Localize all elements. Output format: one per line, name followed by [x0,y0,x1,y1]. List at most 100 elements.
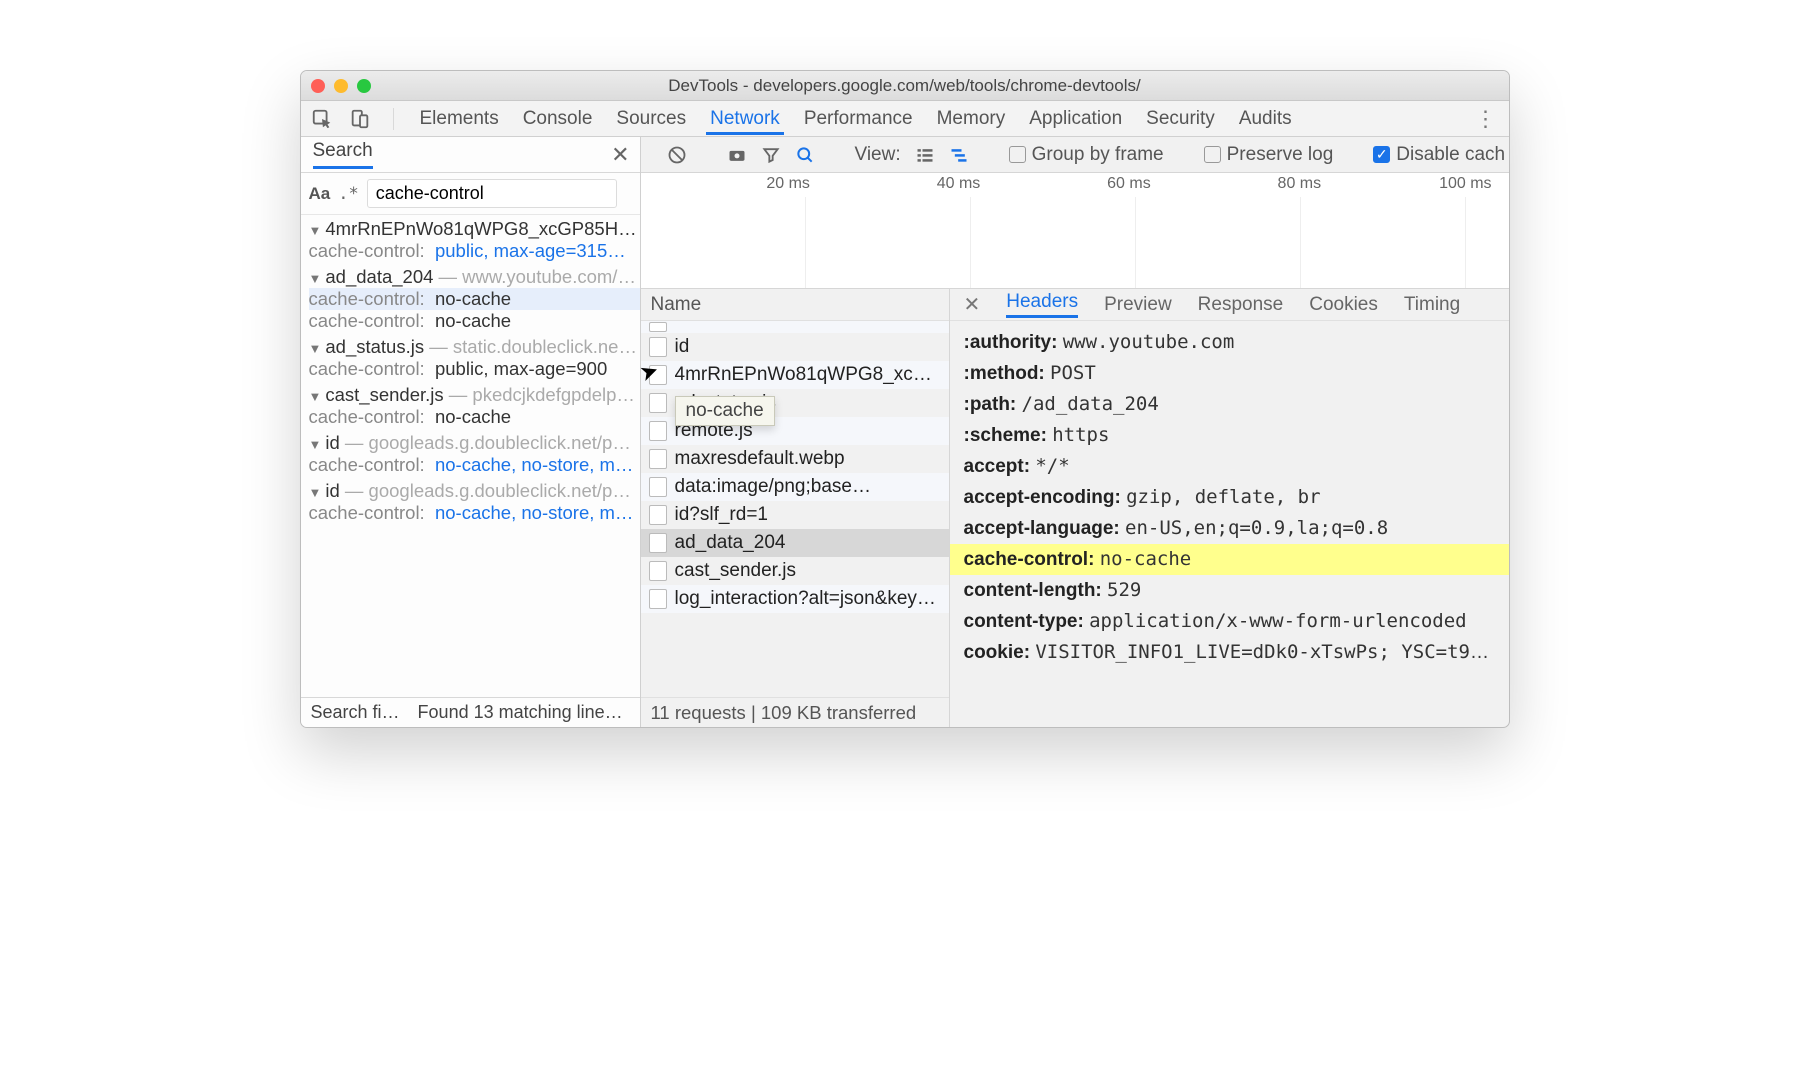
zoom-window-icon[interactable] [357,79,371,93]
tab-network[interactable]: Network [706,102,784,135]
tab-application[interactable]: Application [1025,102,1126,135]
network-pane: View: Group by frame Preserve log [641,137,1509,727]
search-result-group: ▼cast_sender.js — pkedcjkdefgpdelp…cache… [301,381,640,429]
search-result-line[interactable]: cache-control: public, max-age=900 [309,358,640,380]
header-line: :scheme: https [950,420,1509,451]
search-footer: Search fi… Found 13 matching line… [301,697,640,727]
tab-cookies[interactable]: Cookies [1309,294,1378,316]
filter-icon[interactable] [761,145,781,165]
search-result-title[interactable]: ▼cast_sender.js — pkedcjkdefgpdelp… [309,384,640,406]
tab-sources[interactable]: Sources [612,102,690,135]
search-result-line[interactable]: cache-control: public, max-age=315… [309,240,640,262]
details-tabs: ✕ Headers Preview Response Cookies Timin… [950,289,1509,321]
tab-timing[interactable]: Timing [1404,294,1460,316]
regex-toggle[interactable]: .* [338,184,358,204]
tick-label: 100 ms [1322,175,1492,193]
divider [393,108,394,130]
waterfall-timeline[interactable]: 20 ms 40 ms 60 ms 80 ms 100 ms [641,173,1509,289]
device-toggle-icon[interactable] [349,108,371,130]
search-result-group: ▼id — googleads.g.doubleclick.net/p…cach… [301,477,640,525]
tab-elements[interactable]: Elements [416,102,503,135]
panel-tabs: Elements Console Sources Network Perform… [301,101,1509,137]
file-icon [649,589,667,609]
tab-preview[interactable]: Preview [1104,294,1172,316]
search-result-group: ▼ad_data_204 — www.youtube.com/…cache-co… [301,263,640,333]
request-row[interactable]: 4mrRnEPnWo81qWPG8_xcG… [641,361,949,389]
request-row[interactable]: cast_sender.js [641,557,949,585]
search-result-group: ▼4mrRnEPnWo81qWPG8_xcGP85HC…cache-contro… [301,215,640,263]
header-line: content-length: 529 [950,575,1509,606]
search-result-title[interactable]: ▼4mrRnEPnWo81qWPG8_xcGP85HC… [309,218,640,240]
details-pane: ✕ Headers Preview Response Cookies Timin… [950,289,1509,727]
clear-log-icon[interactable] [667,145,687,165]
group-by-frame-checkbox[interactable]: Group by frame [1009,144,1164,166]
header-line: :method: POST [950,358,1509,389]
request-row[interactable]: id?slf_rd=1 [641,501,949,529]
search-result-line[interactable]: cache-control: no-cache [309,288,640,310]
header-line: accept: */* [950,451,1509,482]
search-header: Search ✕ [301,137,640,173]
tick-label: 60 ms [981,175,1151,193]
header-line: :path: /ad_data_204 [950,389,1509,420]
preserve-log-label: Preserve log [1227,144,1334,166]
search-results: ▼4mrRnEPnWo81qWPG8_xcGP85HC…cache-contro… [301,215,640,697]
tick-label: 20 ms [641,175,811,193]
header-line: :authority: www.youtube.com [950,327,1509,358]
search-result-line[interactable]: cache-control: no-cache [309,310,640,332]
close-details-icon[interactable]: ✕ [964,292,981,317]
tab-console[interactable]: Console [519,102,597,135]
search-result-group: ▼id — googleads.g.doubleclick.net/p…cach… [301,429,640,477]
tab-response[interactable]: Response [1198,294,1284,316]
devtools-window: DevTools - developers.google.com/web/too… [300,70,1510,728]
content-area: Search ✕ Aa .* ▼4mrRnEPnWo81qWPG8_xcGP85… [301,137,1509,727]
disable-cache-checkbox[interactable]: ✓ Disable cach [1373,144,1505,166]
header-line: cache-control: no-cache [950,544,1509,575]
tick-label: 80 ms [1152,175,1322,193]
tab-audits[interactable]: Audits [1235,102,1296,135]
close-window-icon[interactable] [311,79,325,93]
request-row[interactable]: data:image/png;base… [641,473,949,501]
request-row[interactable]: id [641,333,949,361]
request-list-header[interactable]: Name [641,289,949,321]
request-row[interactable]: ad_data_204 [641,529,949,557]
search-footer-right: Found 13 matching line… [418,702,623,723]
tab-headers[interactable]: Headers [1006,291,1078,318]
more-options-icon[interactable]: ⋮ [1475,106,1499,132]
headers-body[interactable]: :authority: www.youtube.com:method: POST… [950,321,1509,727]
tab-performance[interactable]: Performance [800,102,917,135]
search-result-line[interactable]: cache-control: no-cache [309,406,640,428]
tab-memory[interactable]: Memory [933,102,1010,135]
match-case-toggle[interactable]: Aa [309,184,331,204]
waterfall-view-icon[interactable] [949,145,969,165]
search-tab-label[interactable]: Search [313,140,373,169]
network-toolbar: View: Group by frame Preserve log [641,137,1509,173]
search-result-title[interactable]: ▼ad_status.js — static.doubleclick.ne… [309,336,640,358]
minimize-window-icon[interactable] [334,79,348,93]
search-result-title[interactable]: ▼id — googleads.g.doubleclick.net/p… [309,432,640,454]
tab-security[interactable]: Security [1142,102,1219,135]
header-line: accept-language: en-US,en;q=0.9,la;q=0.8 [950,513,1509,544]
close-icon[interactable]: ✕ [611,142,629,168]
request-list: Name id4mrRnEPnWo81qWPG8_xcG…ad_status.j… [641,289,950,727]
disable-cache-label: Disable cach [1396,144,1505,166]
search-icon[interactable] [795,145,815,165]
search-result-line[interactable]: cache-control: no-cache, no-store, m… [309,502,640,524]
search-input[interactable] [367,179,617,208]
file-icon [649,505,667,525]
file-icon [649,337,667,357]
screenshot-icon[interactable] [727,145,747,165]
request-row[interactable]: log_interaction?alt=json&key… [641,585,949,613]
search-pane: Search ✕ Aa .* ▼4mrRnEPnWo81qWPG8_xcGP85… [301,137,641,727]
file-icon [649,449,667,469]
inspect-element-icon[interactable] [311,108,333,130]
search-result-title[interactable]: ▼ad_data_204 — www.youtube.com/… [309,266,640,288]
tooltip: no-cache [675,396,775,426]
search-result-title[interactable]: ▼id — googleads.g.doubleclick.net/p… [309,480,640,502]
request-row[interactable]: maxresdefault.webp [641,445,949,473]
network-lower: Name id4mrRnEPnWo81qWPG8_xcG…ad_status.j… [641,289,1509,727]
group-by-frame-label: Group by frame [1032,144,1164,166]
list-view-icon[interactable] [915,145,935,165]
preserve-log-checkbox[interactable]: Preserve log [1204,144,1334,166]
search-result-line[interactable]: cache-control: no-cache, no-store, m… [309,454,640,476]
header-line: content-type: application/x-www-form-url… [950,606,1509,637]
